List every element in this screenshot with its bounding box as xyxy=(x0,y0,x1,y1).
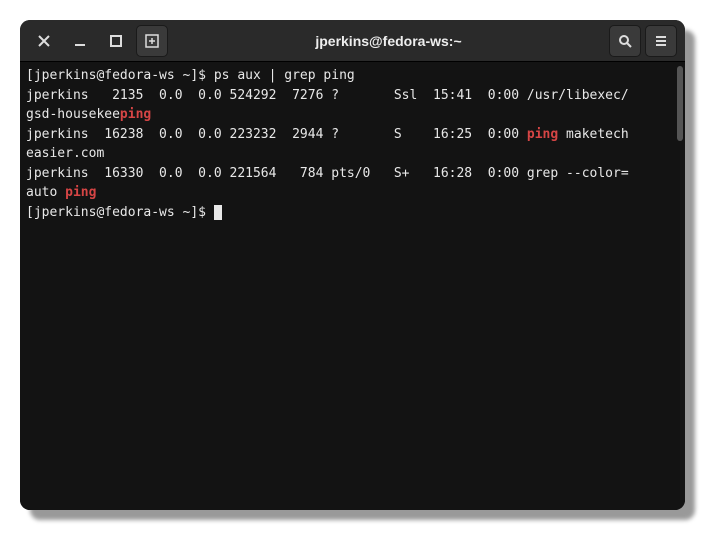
output-line: easier.com xyxy=(26,144,679,164)
minimize-button[interactable] xyxy=(64,25,96,57)
window-title: jperkins@fedora-ws:~ xyxy=(172,33,605,49)
output-line: auto ping xyxy=(26,183,679,203)
prompt: [jperkins@fedora-ws ~]$ xyxy=(26,68,214,83)
terminal-window: jperkins@fedora-ws:~ [jperkins@fedora-ws… xyxy=(20,20,685,510)
close-button[interactable] xyxy=(28,25,60,57)
menu-button[interactable] xyxy=(645,25,677,57)
command-text: ps aux | grep ping xyxy=(214,68,355,83)
output-line: jperkins 16238 0.0 0.0 223232 2944 ? S 1… xyxy=(26,125,679,145)
close-icon xyxy=(37,34,51,48)
output-line: jperkins 16330 0.0 0.0 221564 784 pts/0 … xyxy=(26,164,679,184)
prompt: [jperkins@fedora-ws ~]$ xyxy=(26,205,214,220)
grep-match: ping xyxy=(527,127,558,142)
grep-match: ping xyxy=(120,107,151,122)
prompt-line: [jperkins@fedora-ws ~]$ xyxy=(26,203,679,223)
minimize-icon xyxy=(73,34,87,48)
output-line: jperkins 2135 0.0 0.0 524292 7276 ? Ssl … xyxy=(26,86,679,106)
titlebar: jperkins@fedora-ws:~ xyxy=(20,20,685,62)
new-tab-icon xyxy=(145,34,159,48)
scrollbar-thumb[interactable] xyxy=(677,66,683,141)
cursor xyxy=(214,205,222,220)
search-button[interactable] xyxy=(609,25,641,57)
terminal-body[interactable]: [jperkins@fedora-ws ~]$ ps aux | grep pi… xyxy=(20,62,685,510)
grep-match: ping xyxy=(65,185,96,200)
maximize-icon xyxy=(109,34,123,48)
command-line: [jperkins@fedora-ws ~]$ ps aux | grep pi… xyxy=(26,66,679,86)
new-tab-button[interactable] xyxy=(136,25,168,57)
hamburger-icon xyxy=(654,34,668,48)
search-icon xyxy=(618,34,632,48)
output-line: gsd-housekeeping xyxy=(26,105,679,125)
maximize-button[interactable] xyxy=(100,25,132,57)
